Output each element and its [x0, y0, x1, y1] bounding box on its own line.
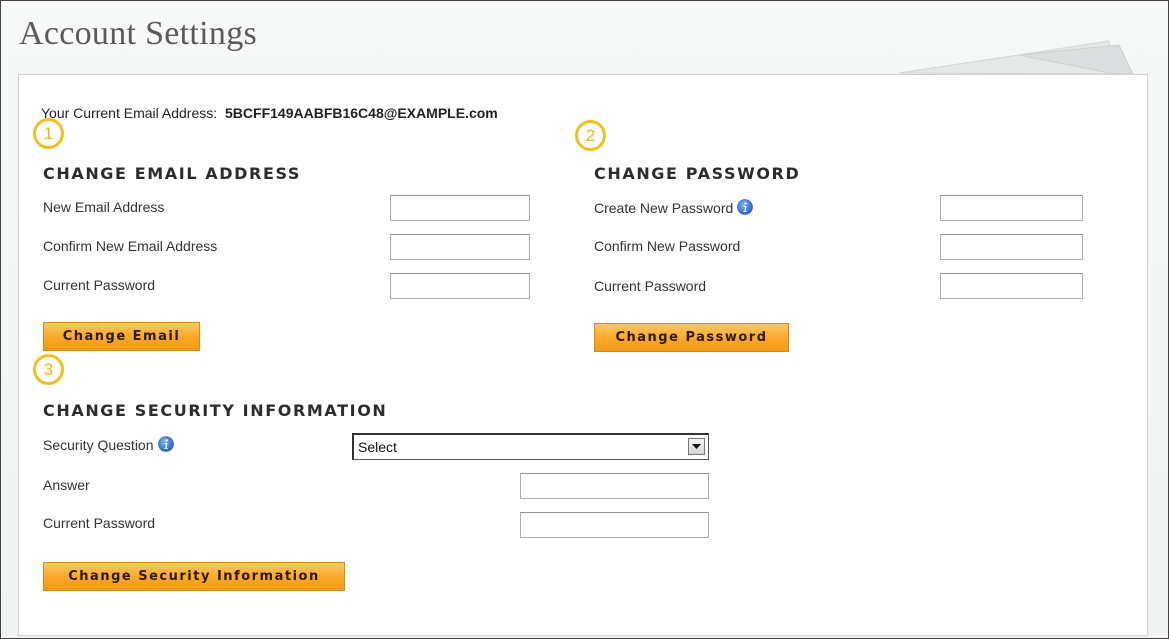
- security-current-password-label: Current Password: [43, 515, 156, 531]
- answer-input[interactable]: [520, 473, 709, 499]
- chevron-down-icon[interactable]: [688, 438, 705, 455]
- settings-panel: Your Current Email Address: 5BCFF149AABF…: [18, 74, 1148, 636]
- current-email-value: 5BCFF149AABFB16C48@EXAMPLE.com: [225, 105, 498, 121]
- change-password-heading: CHANGE PASSWORD: [594, 164, 801, 183]
- email-current-password-input[interactable]: [390, 273, 530, 299]
- security-question-selected-value: Select: [358, 439, 397, 455]
- confirm-email-input[interactable]: [390, 234, 530, 260]
- step-badge-2: 2: [575, 120, 606, 151]
- password-current-password-input[interactable]: [940, 273, 1083, 299]
- create-password-label-row: Create New Password: [594, 199, 754, 216]
- app-frame: Account Settings Your Current Email Addr…: [0, 0, 1169, 639]
- answer-label: Answer: [43, 477, 90, 493]
- new-email-label: New Email Address: [43, 199, 165, 215]
- current-email-row: Your Current Email Address: 5BCFF149AABF…: [41, 105, 498, 121]
- step-badge-3: 3: [33, 354, 64, 385]
- info-icon[interactable]: [157, 436, 174, 452]
- change-email-heading: CHANGE EMAIL ADDRESS: [43, 164, 302, 183]
- create-password-input[interactable]: [940, 195, 1083, 221]
- change-password-button[interactable]: Change Password: [594, 323, 789, 352]
- password-current-password-label: Current Password: [594, 278, 707, 294]
- info-icon[interactable]: [737, 199, 754, 215]
- email-current-password-label: Current Password: [43, 277, 156, 293]
- change-security-information-button[interactable]: Change Security Information: [43, 562, 345, 591]
- page-curl-decoration: [899, 40, 1134, 75]
- step-badge-1: 1: [33, 118, 64, 149]
- confirm-password-input[interactable]: [940, 234, 1083, 260]
- confirm-password-label: Confirm New Password: [594, 238, 741, 254]
- change-email-button[interactable]: Change Email: [43, 322, 200, 351]
- current-email-label: Your Current Email Address:: [41, 105, 218, 121]
- confirm-email-label: Confirm New Email Address: [43, 238, 218, 254]
- security-question-label: Security Question: [43, 437, 154, 453]
- security-question-label-row: Security Question: [43, 436, 174, 453]
- page-title: Account Settings: [19, 15, 258, 52]
- create-password-label: Create New Password: [594, 200, 734, 216]
- security-current-password-input[interactable]: [520, 512, 709, 538]
- change-security-heading: CHANGE SECURITY INFORMATION: [43, 401, 388, 420]
- security-question-select[interactable]: Select: [352, 433, 709, 460]
- new-email-input[interactable]: [390, 195, 530, 221]
